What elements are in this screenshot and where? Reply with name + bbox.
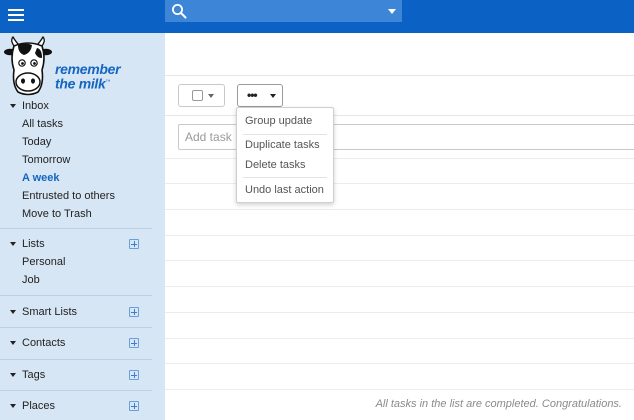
search-bar[interactable] bbox=[165, 0, 402, 22]
lists-section: Lists Personal Job bbox=[0, 235, 165, 289]
sidebar-header-label: Lists bbox=[22, 238, 45, 250]
collapse-triangle-icon[interactable] bbox=[10, 404, 16, 408]
sidebar-item-trash[interactable]: Move to Trash bbox=[0, 205, 165, 223]
smart-lists-section: Smart Lists bbox=[0, 303, 165, 321]
sidebar-divider bbox=[0, 359, 152, 360]
list-status-message: All tasks in the list are completed. Con… bbox=[375, 398, 622, 410]
menu-item-duplicate-tasks[interactable]: Duplicate tasks bbox=[237, 136, 333, 154]
more-actions-button[interactable]: ••• bbox=[237, 84, 283, 107]
sidebar-divider bbox=[0, 295, 152, 296]
task-row-line bbox=[165, 286, 634, 287]
menu-item-group-update[interactable]: Group update bbox=[237, 112, 333, 130]
sidebar-item-a-week[interactable]: A week bbox=[0, 169, 165, 187]
sidebar-header-smart-lists[interactable]: Smart Lists bbox=[0, 303, 165, 321]
sidebar-item-all-tasks[interactable]: All tasks bbox=[0, 115, 165, 133]
inbox-section: Inbox All tasks Today Tomorrow A week En… bbox=[0, 97, 165, 223]
search-icon[interactable] bbox=[171, 3, 187, 19]
sidebar-item-tomorrow[interactable]: Tomorrow bbox=[0, 151, 165, 169]
more-actions-menu: Group update Duplicate tasks Delete task… bbox=[236, 107, 334, 203]
chevron-down-icon bbox=[208, 94, 214, 98]
hamburger-menu-icon[interactable] bbox=[6, 6, 28, 26]
collapse-triangle-icon[interactable] bbox=[10, 104, 16, 108]
header-divider bbox=[165, 75, 634, 76]
add-smart-list-plus-icon[interactable] bbox=[129, 307, 139, 317]
sidebar-header-inbox[interactable]: Inbox bbox=[0, 97, 165, 115]
rtm-logo[interactable]: remember the milk™ bbox=[4, 35, 134, 98]
task-row-line bbox=[165, 235, 634, 236]
task-row-line bbox=[165, 338, 634, 339]
search-options-chevron-icon[interactable] bbox=[388, 9, 396, 14]
sidebar-divider bbox=[0, 327, 152, 328]
sidebar-item-today[interactable]: Today bbox=[0, 133, 165, 151]
sidebar-header-contacts[interactable]: Contacts bbox=[0, 334, 165, 352]
collapse-triangle-icon[interactable] bbox=[10, 341, 16, 345]
collapse-triangle-icon[interactable] bbox=[10, 373, 16, 377]
tags-section: Tags bbox=[0, 366, 165, 384]
sidebar-divider bbox=[0, 228, 152, 229]
cow-logo-icon bbox=[4, 35, 52, 96]
trademark-symbol: ™ bbox=[105, 79, 111, 85]
more-dots-icon: ••• bbox=[247, 88, 258, 102]
sidebar-header-label: Inbox bbox=[22, 100, 49, 112]
add-contact-plus-icon[interactable] bbox=[129, 338, 139, 348]
add-tag-plus-icon[interactable] bbox=[129, 370, 139, 380]
top-bar bbox=[0, 0, 634, 33]
sidebar-item-entrusted[interactable]: Entrusted to others bbox=[0, 187, 165, 205]
collapse-triangle-icon[interactable] bbox=[10, 310, 16, 314]
sidebar-header-label: Tags bbox=[22, 369, 46, 381]
task-list-panel: ••• All tasks in the list are completed.… bbox=[165, 33, 634, 420]
places-section: Places bbox=[0, 397, 165, 415]
task-row-line bbox=[165, 312, 634, 313]
task-row-line bbox=[165, 363, 634, 364]
sidebar-header-places[interactable]: Places bbox=[0, 397, 165, 415]
logo-line-2: the milk bbox=[55, 75, 106, 92]
logo-line-1: remember bbox=[55, 61, 121, 77]
chevron-down-icon bbox=[270, 94, 276, 98]
sidebar-header-label: Places bbox=[22, 400, 56, 412]
sidebar-divider bbox=[0, 390, 152, 391]
sidebar-header-label: Contacts bbox=[22, 337, 66, 349]
sidebar-header-lists[interactable]: Lists bbox=[0, 235, 165, 253]
collapse-triangle-icon[interactable] bbox=[10, 242, 16, 246]
menu-item-delete-tasks[interactable]: Delete tasks bbox=[237, 156, 333, 174]
menu-separator bbox=[243, 177, 327, 178]
sidebar-header-tags[interactable]: Tags bbox=[0, 366, 165, 384]
task-row-line bbox=[165, 389, 634, 390]
checkbox-icon[interactable] bbox=[192, 90, 203, 101]
sidebar-item-personal[interactable]: Personal bbox=[0, 253, 165, 271]
task-row-line bbox=[165, 209, 634, 210]
task-row-line bbox=[165, 260, 634, 261]
add-list-plus-icon[interactable] bbox=[129, 239, 139, 249]
sidebar-header-label: Smart Lists bbox=[22, 306, 78, 318]
menu-item-undo-last-action[interactable]: Undo last action bbox=[237, 181, 333, 199]
menu-separator bbox=[243, 134, 327, 135]
select-tasks-button[interactable] bbox=[178, 84, 225, 107]
logo-wordmark: remember the milk™ bbox=[55, 61, 121, 92]
sidebar: remember the milk™ Inbox All tasks Today… bbox=[0, 33, 165, 420]
sidebar-item-job[interactable]: Job bbox=[0, 271, 165, 289]
contacts-section: Contacts bbox=[0, 334, 165, 352]
add-place-plus-icon[interactable] bbox=[129, 401, 139, 411]
